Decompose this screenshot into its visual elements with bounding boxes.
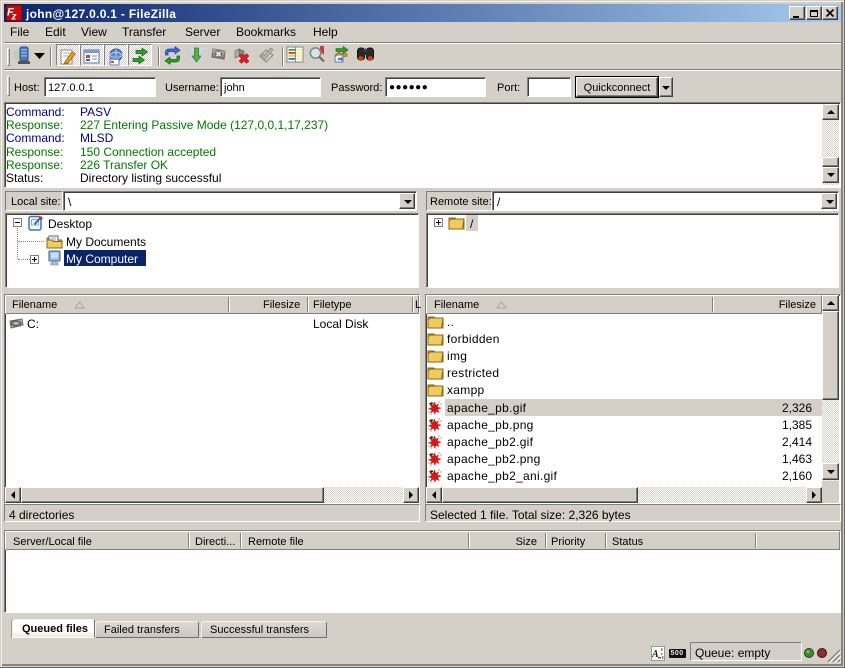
svg-text:z: z — [11, 12, 17, 22]
svg-text:A: A — [651, 649, 659, 660]
